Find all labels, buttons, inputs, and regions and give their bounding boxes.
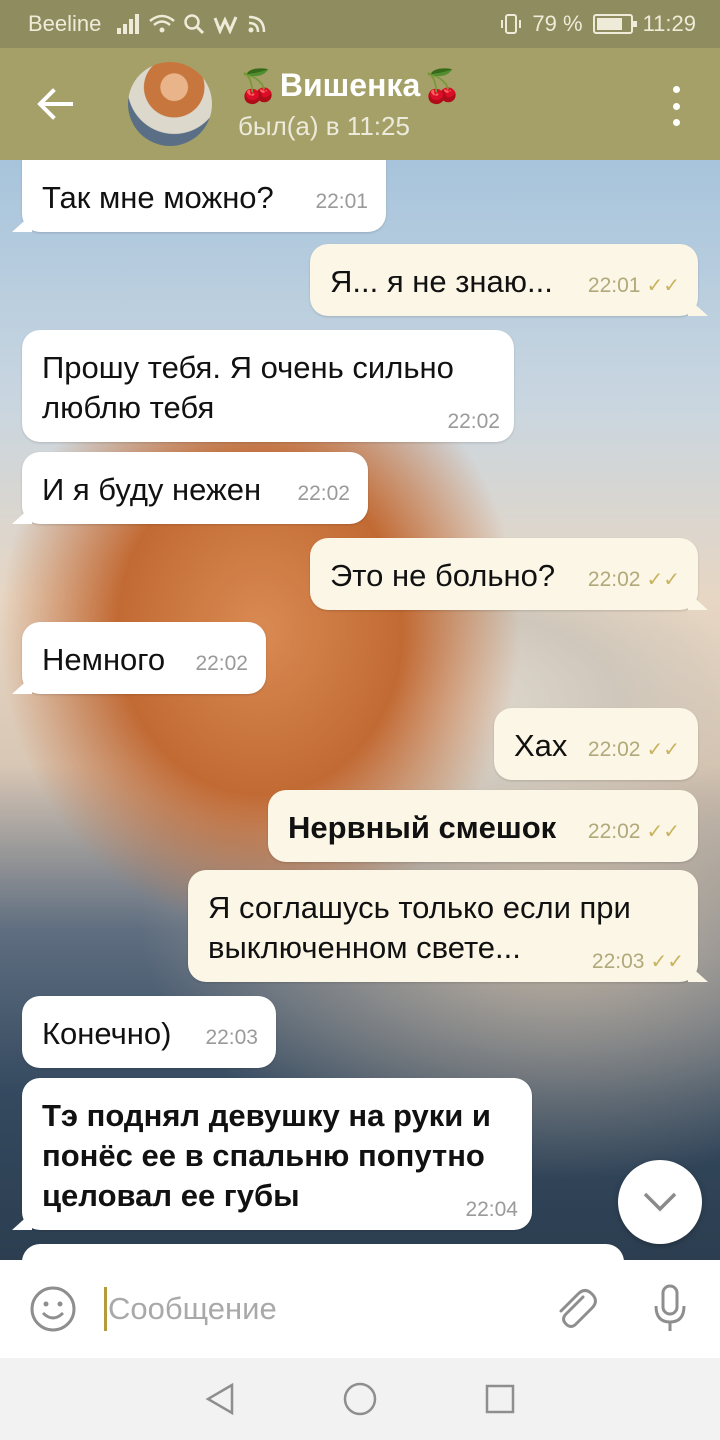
message-text: Так мне можно? xyxy=(42,180,274,215)
message-bubble[interactable]: Прошу тебя. Я очень сильно люблю тебя 22… xyxy=(22,330,514,442)
message-bubble[interactable]: 22:02 И я буду нежен xyxy=(22,452,368,524)
message-composer: Сообщение xyxy=(0,1260,720,1358)
peer-name-text: Вишенка xyxy=(279,67,421,103)
rss-icon xyxy=(248,15,266,33)
nav-back-button[interactable] xyxy=(190,1369,250,1429)
square-recents-icon xyxy=(485,1384,515,1414)
message-bubble[interactable]: 22:02 Немного xyxy=(22,622,266,694)
last-seen: был(а) в 11:25 xyxy=(238,110,410,141)
back-button[interactable] xyxy=(0,48,110,160)
arrow-left-icon xyxy=(37,88,73,120)
message-bubble[interactable]: 22:01 Так мне можно? xyxy=(22,160,386,232)
read-checks-icon: ✓✓ xyxy=(650,951,684,973)
message-time: 22:02 xyxy=(447,410,500,433)
message-time: 22:02 ✓✓ xyxy=(587,568,680,591)
message-bubble[interactable]: 22:03 Конечно) xyxy=(22,996,276,1068)
message-text: Это не больно? xyxy=(330,558,556,593)
cherry-icon: 🍒 xyxy=(238,67,278,104)
message-time: 22:04 xyxy=(465,1198,518,1221)
message-input[interactable]: Сообщение xyxy=(104,1287,530,1331)
read-checks-icon: ✓✓ xyxy=(646,569,680,591)
circle-home-icon xyxy=(343,1382,377,1416)
message-time: 22:03 ✓✓ xyxy=(591,950,684,973)
search-icon xyxy=(184,14,205,35)
smiley-icon xyxy=(30,1286,76,1332)
message-time: 22:03 xyxy=(205,1026,258,1049)
nav-recents-button[interactable] xyxy=(470,1369,530,1429)
read-checks-icon: ✓✓ xyxy=(646,821,680,843)
microphone-icon xyxy=(654,1284,686,1331)
carrier-name: Beeline xyxy=(28,11,102,36)
triangle-back-icon xyxy=(205,1382,234,1416)
status-bar: Beeline 79 % 11:29 xyxy=(0,0,720,48)
nav-home-button[interactable] xyxy=(330,1369,390,1429)
message-text: Я... я не знаю... xyxy=(330,264,553,299)
clock: 11:29 xyxy=(642,11,696,36)
cherry-icon: 🍒 xyxy=(422,67,463,104)
emoji-button[interactable] xyxy=(0,1260,106,1358)
message-text: Немного xyxy=(42,642,166,677)
message-time: 22:01 xyxy=(315,190,368,213)
message-time: 22:01 ✓✓ xyxy=(587,274,680,297)
message-time: 22:02 xyxy=(195,652,248,675)
message-text: Тэ поднял девушку на руки и понёс ее в с… xyxy=(42,1098,491,1213)
message-bubble[interactable]: Я соглашусь только если при выключенном … xyxy=(188,870,698,982)
battery-icon xyxy=(592,14,637,34)
message-time: 22:02 xyxy=(297,482,350,505)
chevron-down-icon xyxy=(643,1192,677,1212)
avatar[interactable] xyxy=(128,62,212,146)
peer-info[interactable]: 🍒 Вишенка 🍒 был(а) в 11:25 xyxy=(238,67,462,142)
message-bubble[interactable]: Тэ поднял девушку на руки и понёс ее в с… xyxy=(22,1078,532,1230)
status-right: 79 % 11:29 xyxy=(500,11,696,37)
system-nav-bar xyxy=(0,1358,720,1440)
message-bubble[interactable]: 22:02 ✓✓ Это не больно? xyxy=(310,538,698,610)
chat-history[interactable]: 22:01 Так мне можно? 22:01 ✓✓ Я... я не з… xyxy=(0,160,720,1260)
message-bubble-partial[interactable] xyxy=(22,1244,624,1260)
message-text: И я буду нежен xyxy=(42,472,262,507)
scroll-down-button[interactable] xyxy=(618,1160,702,1244)
message-text: Я соглашусь только если при выключенном … xyxy=(208,890,631,965)
wifi-icon xyxy=(149,14,176,33)
message-time: 22:02 ✓✓ xyxy=(587,738,680,761)
attach-button[interactable] xyxy=(530,1260,620,1358)
paperclip-icon xyxy=(559,1289,597,1328)
signal-icon xyxy=(117,14,140,34)
message-text: Хах xyxy=(514,728,568,763)
more-vertical-icon xyxy=(672,86,680,93)
message-bubble[interactable]: 22:02 ✓✓ Хах xyxy=(494,708,698,780)
message-text: Конечно) xyxy=(42,1016,172,1051)
vibrate-icon xyxy=(501,14,522,34)
status-icons xyxy=(117,13,267,35)
battery-percent: 79 % xyxy=(532,11,583,36)
more-menu-button[interactable] xyxy=(664,86,688,126)
chat-header: 🍒 Вишенка 🍒 был(а) в 11:25 xyxy=(0,48,720,160)
message-text: Нервный смешок xyxy=(288,810,557,845)
message-bubble[interactable]: 22:01 ✓✓ Я... я не знаю... xyxy=(310,244,698,316)
read-checks-icon: ✓✓ xyxy=(646,739,680,761)
message-time: 22:02 ✓✓ xyxy=(587,820,680,843)
app-icon xyxy=(213,16,238,34)
message-text: Прошу тебя. Я очень сильно люблю тебя xyxy=(42,350,454,425)
peer-name: 🍒 Вишенка 🍒 xyxy=(238,67,462,105)
microphone-button[interactable] xyxy=(620,1260,720,1358)
read-checks-icon: ✓✓ xyxy=(646,275,680,297)
message-bubble[interactable]: 22:02 ✓✓ Нервный смешок xyxy=(268,790,698,862)
